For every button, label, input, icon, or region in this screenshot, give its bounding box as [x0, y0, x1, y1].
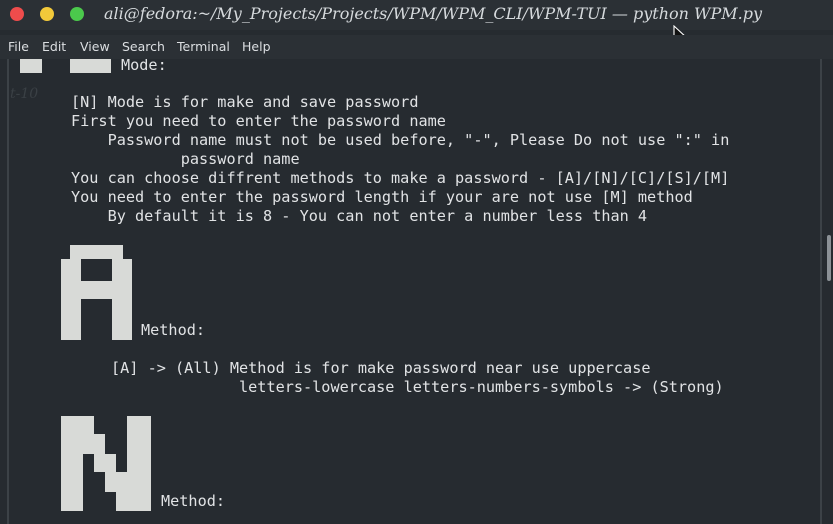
ascii-letter-m	[70, 59, 111, 73]
menu-help[interactable]: Help	[242, 39, 271, 54]
terminal-line: By default it is 8 - You can not enter a…	[71, 207, 648, 225]
terminal-right-border	[820, 59, 822, 524]
method-a-label: Method:	[141, 321, 206, 339]
menu-terminal[interactable]: Terminal	[177, 39, 230, 54]
terminal-left-border	[7, 59, 9, 524]
menu-file[interactable]: File	[8, 39, 29, 54]
scrollbar-thumb[interactable]	[827, 235, 831, 281]
terminal-line: [A] -> (All) Method is for make password…	[111, 359, 651, 377]
terminal-line: Password name must not be used before, "…	[71, 131, 730, 149]
window-title: ali@fedora:~/My_Projects/Projects/WPM/WP…	[104, 4, 763, 23]
ascii-letter-m	[20, 59, 42, 73]
terminal-line: password name	[71, 150, 300, 168]
terminal-output[interactable]: t-10 Mode: [N] Mode is for make and save…	[0, 59, 833, 524]
method-n-label: Method:	[161, 492, 226, 510]
menu-view[interactable]: View	[80, 39, 110, 54]
menu-bar: File Edit View Search Terminal Help	[0, 35, 833, 59]
terminal-line: [N] Mode is for make and save password	[71, 93, 419, 111]
title-bar: ali@fedora:~/My_Projects/Projects/WPM/WP…	[0, 0, 833, 30]
background-watermark: t-10	[10, 86, 39, 102]
menu-search[interactable]: Search	[122, 39, 165, 54]
terminal-line: First you need to enter the password nam…	[71, 112, 446, 130]
menu-edit[interactable]: Edit	[42, 39, 66, 54]
minimize-button[interactable]	[40, 7, 54, 21]
maximize-button[interactable]	[70, 7, 84, 21]
terminal-line: letters-lowercase letters-numbers-symbol…	[111, 378, 724, 396]
terminal-line: You can choose diffrent methods to make …	[71, 169, 730, 187]
mode-label: Mode:	[121, 59, 167, 74]
close-button[interactable]	[10, 7, 24, 21]
scrollbar[interactable]	[825, 59, 833, 524]
terminal-line: You need to enter the password length if…	[71, 188, 693, 206]
